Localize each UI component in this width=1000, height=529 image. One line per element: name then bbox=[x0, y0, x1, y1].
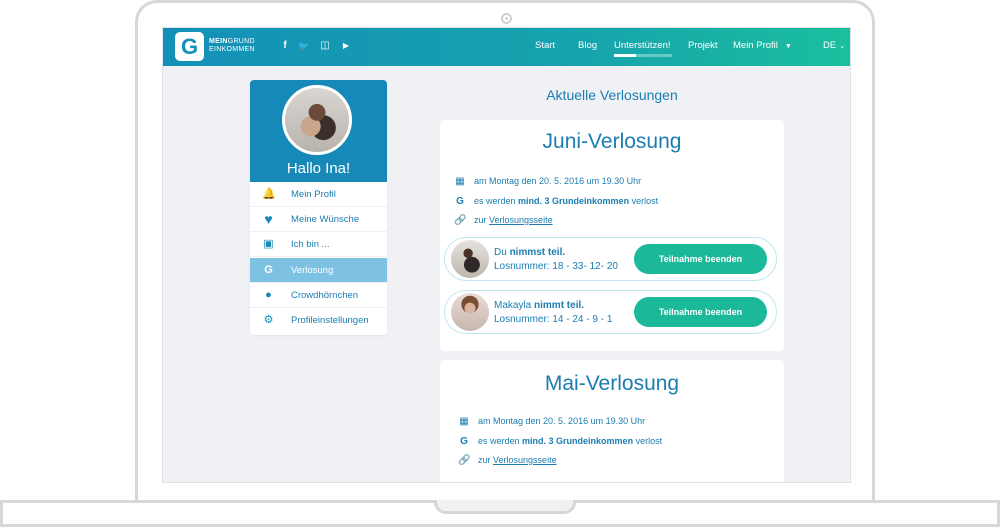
logo-text[interactable]: MEINGRUND EINKOMMEN bbox=[209, 38, 255, 54]
page-title: Aktuelle Verlosungen bbox=[546, 87, 678, 103]
id-badge-icon: ▣ bbox=[263, 238, 274, 250]
ticket-number: Losnummer: 18 - 33- 12- 20 bbox=[494, 261, 618, 272]
calendar-icon: ▦ bbox=[455, 176, 465, 187]
sidebar-item-label: Profileinstellungen bbox=[291, 315, 369, 326]
raffle-date: ▦ am Montag den 20. 5. 2016 um 19.30 Uhr bbox=[455, 176, 642, 187]
end-participation-button[interactable]: Teilnahme beenden bbox=[634, 297, 767, 327]
camera-icon bbox=[501, 13, 512, 24]
link-icon: 🔗 bbox=[458, 455, 471, 466]
end-participation-button[interactable]: Teilnahme beenden bbox=[634, 244, 767, 274]
card-title: Mai-Verlosung bbox=[544, 372, 680, 395]
raffle-card-juni: Juni-Verlosung ▦ am Montag den 20. 5. 201… bbox=[440, 120, 784, 351]
avatar bbox=[451, 293, 489, 331]
raffle-prize: Ges werden mind. 3 Grundeinkommen verlos… bbox=[458, 436, 662, 447]
link-icon: 🔗 bbox=[454, 215, 467, 226]
avatar bbox=[282, 85, 352, 155]
heart-icon: ♥ bbox=[264, 211, 273, 227]
instagram-icon[interactable]: ◫ bbox=[318, 40, 332, 52]
sidebar-item-ich-bin[interactable]: ▣ Ich bin ... bbox=[250, 232, 387, 257]
participant-entry: Makayla nimmt teil. Losnummer: 14 - 24 -… bbox=[444, 290, 777, 334]
greeting: Hallo Ina! bbox=[286, 160, 351, 177]
acorn-icon: ● bbox=[265, 289, 272, 301]
sidebar-item-label: Crowdhörnchen bbox=[291, 290, 359, 301]
raffle-page-link[interactable]: Verlosungsseite bbox=[489, 215, 553, 225]
sidebar-item-verlosung[interactable]: G Verlosung bbox=[250, 258, 387, 283]
sidebar-item-profileinstellungen[interactable]: ⚙ Profileinstellungen bbox=[250, 308, 387, 333]
profile-sidebar: Hallo Ina! 🔔 Mein Profil ♥ Meine Wünsche… bbox=[250, 80, 387, 335]
top-navigation-bar: G MEINGRUND EINKOMMEN f 🐦 ◫ ▶ Start Blog… bbox=[163, 28, 850, 66]
language-selector[interactable]: DE ⌄ bbox=[823, 40, 845, 53]
ticket-number: Losnummer: 14 - 24 - 9 - 1 bbox=[494, 314, 613, 325]
sidebar-item-meine-wuensche[interactable]: ♥ Meine Wünsche bbox=[250, 207, 387, 232]
card-title: Juni-Verlosung bbox=[542, 130, 682, 153]
sidebar-item-label: Ich bin ... bbox=[291, 239, 330, 250]
avatar bbox=[451, 240, 489, 278]
logo-icon[interactable]: G bbox=[175, 32, 204, 61]
twitter-icon[interactable]: 🐦 bbox=[297, 40, 311, 52]
nav-project[interactable]: Projekt bbox=[688, 40, 718, 52]
nav-start[interactable]: Start bbox=[535, 40, 555, 52]
raffle-link-row: 🔗 zur Verlosungsseite bbox=[458, 455, 557, 466]
sidebar-item-label: Mein Profil bbox=[291, 189, 336, 200]
sidebar-item-label: Verlosung bbox=[291, 265, 334, 276]
laptop-notch bbox=[434, 500, 576, 514]
nav-progress-underline bbox=[614, 54, 672, 57]
bell-icon: 🔔 bbox=[262, 188, 276, 200]
logo-icon: G bbox=[264, 264, 273, 276]
participant-status: Du nimmst teil. bbox=[494, 247, 566, 258]
logo-icon: G bbox=[460, 436, 468, 447]
caret-down-icon: ▼ bbox=[784, 43, 792, 50]
sidebar-item-crowdhoernchen[interactable]: ● Crowdhörnchen bbox=[250, 283, 387, 308]
raffle-card-mai: Mai-Verlosung ▦ am Montag den 20. 5. 2016… bbox=[440, 360, 784, 482]
calendar-icon: ▦ bbox=[459, 416, 469, 427]
raffle-page-link[interactable]: Verlosungsseite bbox=[493, 455, 557, 465]
gears-icon: ⚙ bbox=[263, 314, 274, 326]
nav-blog[interactable]: Blog bbox=[578, 40, 597, 52]
raffle-link-row: 🔗 zur Verlosungsseite bbox=[454, 215, 553, 226]
facebook-icon[interactable]: f bbox=[278, 40, 292, 52]
participant-status: Makayla nimmt teil. bbox=[494, 300, 585, 311]
participant-entry: Du nimmst teil. Losnummer: 18 - 33- 12- … bbox=[444, 237, 777, 281]
logo-icon: G bbox=[456, 196, 464, 207]
sidebar-item-label: Meine Wünsche bbox=[291, 214, 360, 225]
nav-support[interactable]: Unterstützen! bbox=[614, 40, 671, 52]
sidebar-item-mein-profil[interactable]: 🔔 Mein Profil bbox=[250, 182, 387, 207]
nav-profile-dropdown[interactable]: Mein Profil ▼ bbox=[733, 40, 792, 53]
raffle-prize: Ges werden mind. 3 Grundeinkommen verlos… bbox=[454, 196, 658, 207]
youtube-icon[interactable]: ▶ bbox=[339, 40, 353, 52]
chevron-down-icon: ⌄ bbox=[839, 43, 846, 50]
app-screen: G MEINGRUND EINKOMMEN f 🐦 ◫ ▶ Start Blog… bbox=[162, 27, 851, 483]
sidebar-header: Hallo Ina! bbox=[250, 80, 387, 182]
raffle-date: ▦ am Montag den 20. 5. 2016 um 19.30 Uhr bbox=[459, 416, 646, 427]
